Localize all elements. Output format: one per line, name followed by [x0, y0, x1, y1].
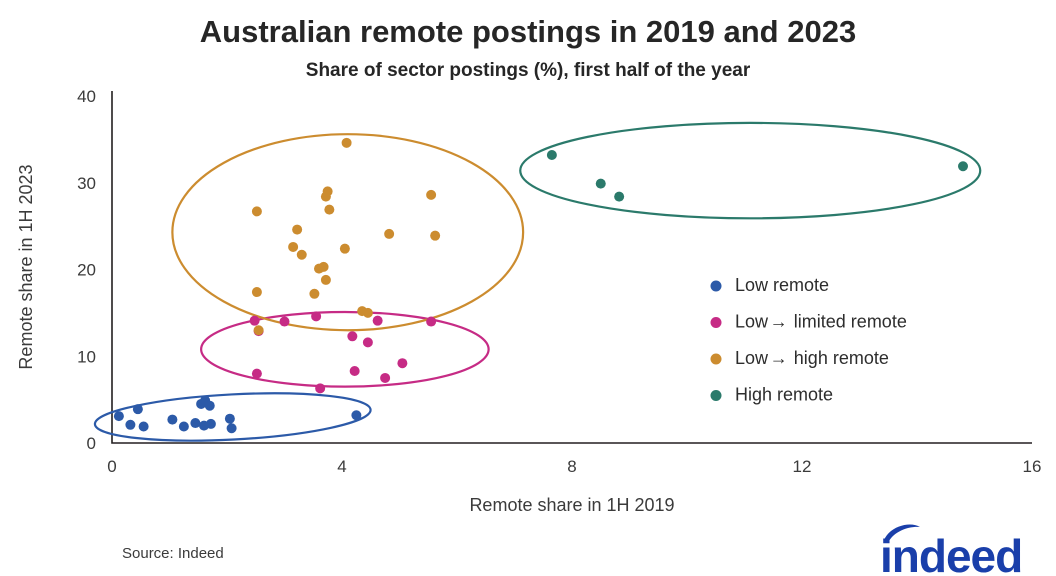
- legend-marker-icon: [710, 280, 722, 292]
- y-tick-label: 20: [77, 261, 96, 280]
- data-point: [380, 372, 391, 383]
- x-axis-title: Remote share in 1H 2019: [469, 495, 674, 515]
- data-point: [205, 418, 216, 429]
- legend-label-suffix: high remote: [794, 348, 889, 368]
- data-point: [384, 228, 395, 239]
- data-point: [426, 316, 437, 327]
- arrow-right-icon: →: [770, 311, 788, 331]
- data-point: [397, 358, 408, 369]
- x-tick-label: 0: [107, 457, 116, 476]
- data-point: [253, 325, 264, 336]
- page-title: Australian remote postings in 2019 and 2…: [200, 14, 856, 49]
- data-point: [426, 189, 437, 200]
- data-point: [125, 419, 136, 430]
- data-point: [324, 204, 335, 215]
- legend-item[interactable]: Low → limited remote: [710, 311, 907, 331]
- data-point: [362, 307, 373, 318]
- legend-marker-icon: [710, 317, 722, 328]
- data-point: [224, 413, 235, 424]
- y-tick-label: 30: [77, 174, 96, 193]
- legend-label: Low: [735, 311, 769, 331]
- chart-subtitle: Share of sector postings (%), first half…: [306, 60, 751, 81]
- data-point: [595, 178, 606, 189]
- arrow-right-icon: →: [770, 348, 788, 368]
- data-point: [311, 311, 322, 322]
- data-point: [347, 331, 358, 342]
- legend-label-suffix: limited remote: [794, 311, 907, 331]
- source-note: Source: Indeed: [122, 545, 224, 562]
- data-point: [372, 315, 383, 326]
- legend-marker-icon: [710, 353, 722, 365]
- data-point: [292, 224, 303, 235]
- data-point: [351, 410, 362, 421]
- data-point: [296, 249, 307, 260]
- data-point: [251, 206, 262, 217]
- data-point: [138, 421, 149, 432]
- data-point: [251, 287, 262, 298]
- data-point: [251, 368, 262, 379]
- x-tick-label: 12: [793, 457, 812, 476]
- figure-background: [0, 0, 1056, 576]
- data-point: [190, 418, 201, 429]
- data-point: [288, 241, 299, 252]
- data-point: [113, 411, 124, 422]
- data-point: [226, 423, 237, 434]
- x-tick-label: 4: [337, 457, 346, 476]
- data-point: [349, 365, 360, 376]
- x-tick-label: 16: [1023, 457, 1042, 476]
- data-point: [279, 316, 290, 327]
- x-tick-label: 8: [567, 457, 576, 476]
- data-point: [167, 414, 178, 425]
- data-point: [339, 243, 350, 254]
- y-tick-label: 10: [77, 347, 96, 366]
- legend-label: High remote: [735, 384, 833, 404]
- y-axis-title: Remote share in 1H 2023: [16, 164, 36, 369]
- data-point: [958, 161, 968, 172]
- data-point: [430, 230, 441, 241]
- data-point: [309, 288, 320, 299]
- data-point: [546, 149, 557, 160]
- data-point: [318, 261, 329, 272]
- legend-marker-icon: [710, 390, 722, 401]
- data-point: [249, 315, 260, 326]
- indeed-wordmark: indeed: [880, 530, 1022, 576]
- data-point: [178, 421, 189, 432]
- y-tick-label: 40: [77, 87, 96, 106]
- data-point: [132, 404, 143, 415]
- legend-label: Low remote: [735, 275, 829, 295]
- indeed-logo: indeed: [880, 524, 1023, 576]
- data-point: [341, 137, 352, 148]
- data-point: [320, 274, 331, 285]
- y-tick-label: 0: [87, 434, 96, 453]
- data-point: [315, 383, 326, 394]
- legend-item[interactable]: Low → high remote: [710, 348, 889, 368]
- data-point: [322, 186, 333, 197]
- data-point: [204, 400, 215, 411]
- data-point: [362, 337, 373, 348]
- scatter-chart-figure: Australian remote postings in 2019 and 2…: [0, 0, 1056, 576]
- data-point: [614, 191, 625, 202]
- legend-label: Low: [735, 348, 769, 368]
